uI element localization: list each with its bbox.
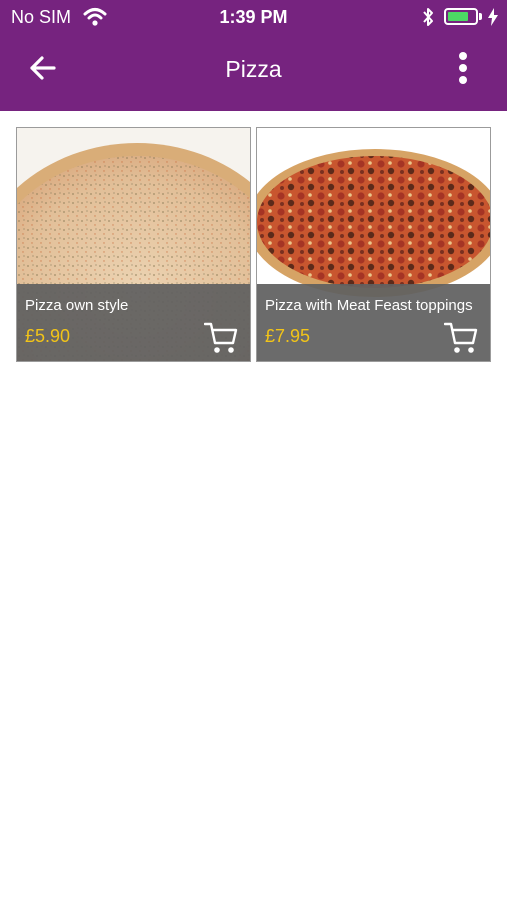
add-to-cart-button[interactable]: [203, 321, 238, 355]
cart-icon: [443, 322, 478, 359]
bluetooth-icon: [421, 7, 435, 32]
product-card-pizza-meat-feast[interactable]: Pizza with Meat Feast toppings £7.95: [256, 127, 491, 362]
status-bar: No SIM 1:39 PM: [0, 0, 507, 36]
product-card-pizza-own-style[interactable]: Pizza own style £5.90: [16, 127, 251, 362]
battery-level: [448, 12, 468, 21]
arrow-left-icon: [28, 55, 56, 86]
more-vertical-icon: [458, 51, 468, 90]
add-to-cart-button[interactable]: [443, 321, 478, 355]
more-options-button[interactable]: [446, 50, 480, 90]
product-price: £7.95: [265, 326, 311, 346]
product-price: £5.90: [25, 326, 71, 346]
battery-icon: [444, 8, 478, 25]
battery-cap: [479, 13, 482, 20]
page-title: Pizza: [225, 56, 282, 82]
back-button[interactable]: [22, 50, 62, 90]
app-bar: No SIM 1:39 PM Pizza: [0, 0, 507, 111]
product-name: Pizza own style: [25, 297, 129, 314]
charging-bolt-icon: [487, 8, 499, 31]
product-grid: Pizza own style £5.90 Pizza with Meat Fe…: [16, 127, 493, 363]
cart-icon: [203, 322, 238, 359]
product-name: Pizza with Meat Feast toppings: [265, 297, 473, 314]
